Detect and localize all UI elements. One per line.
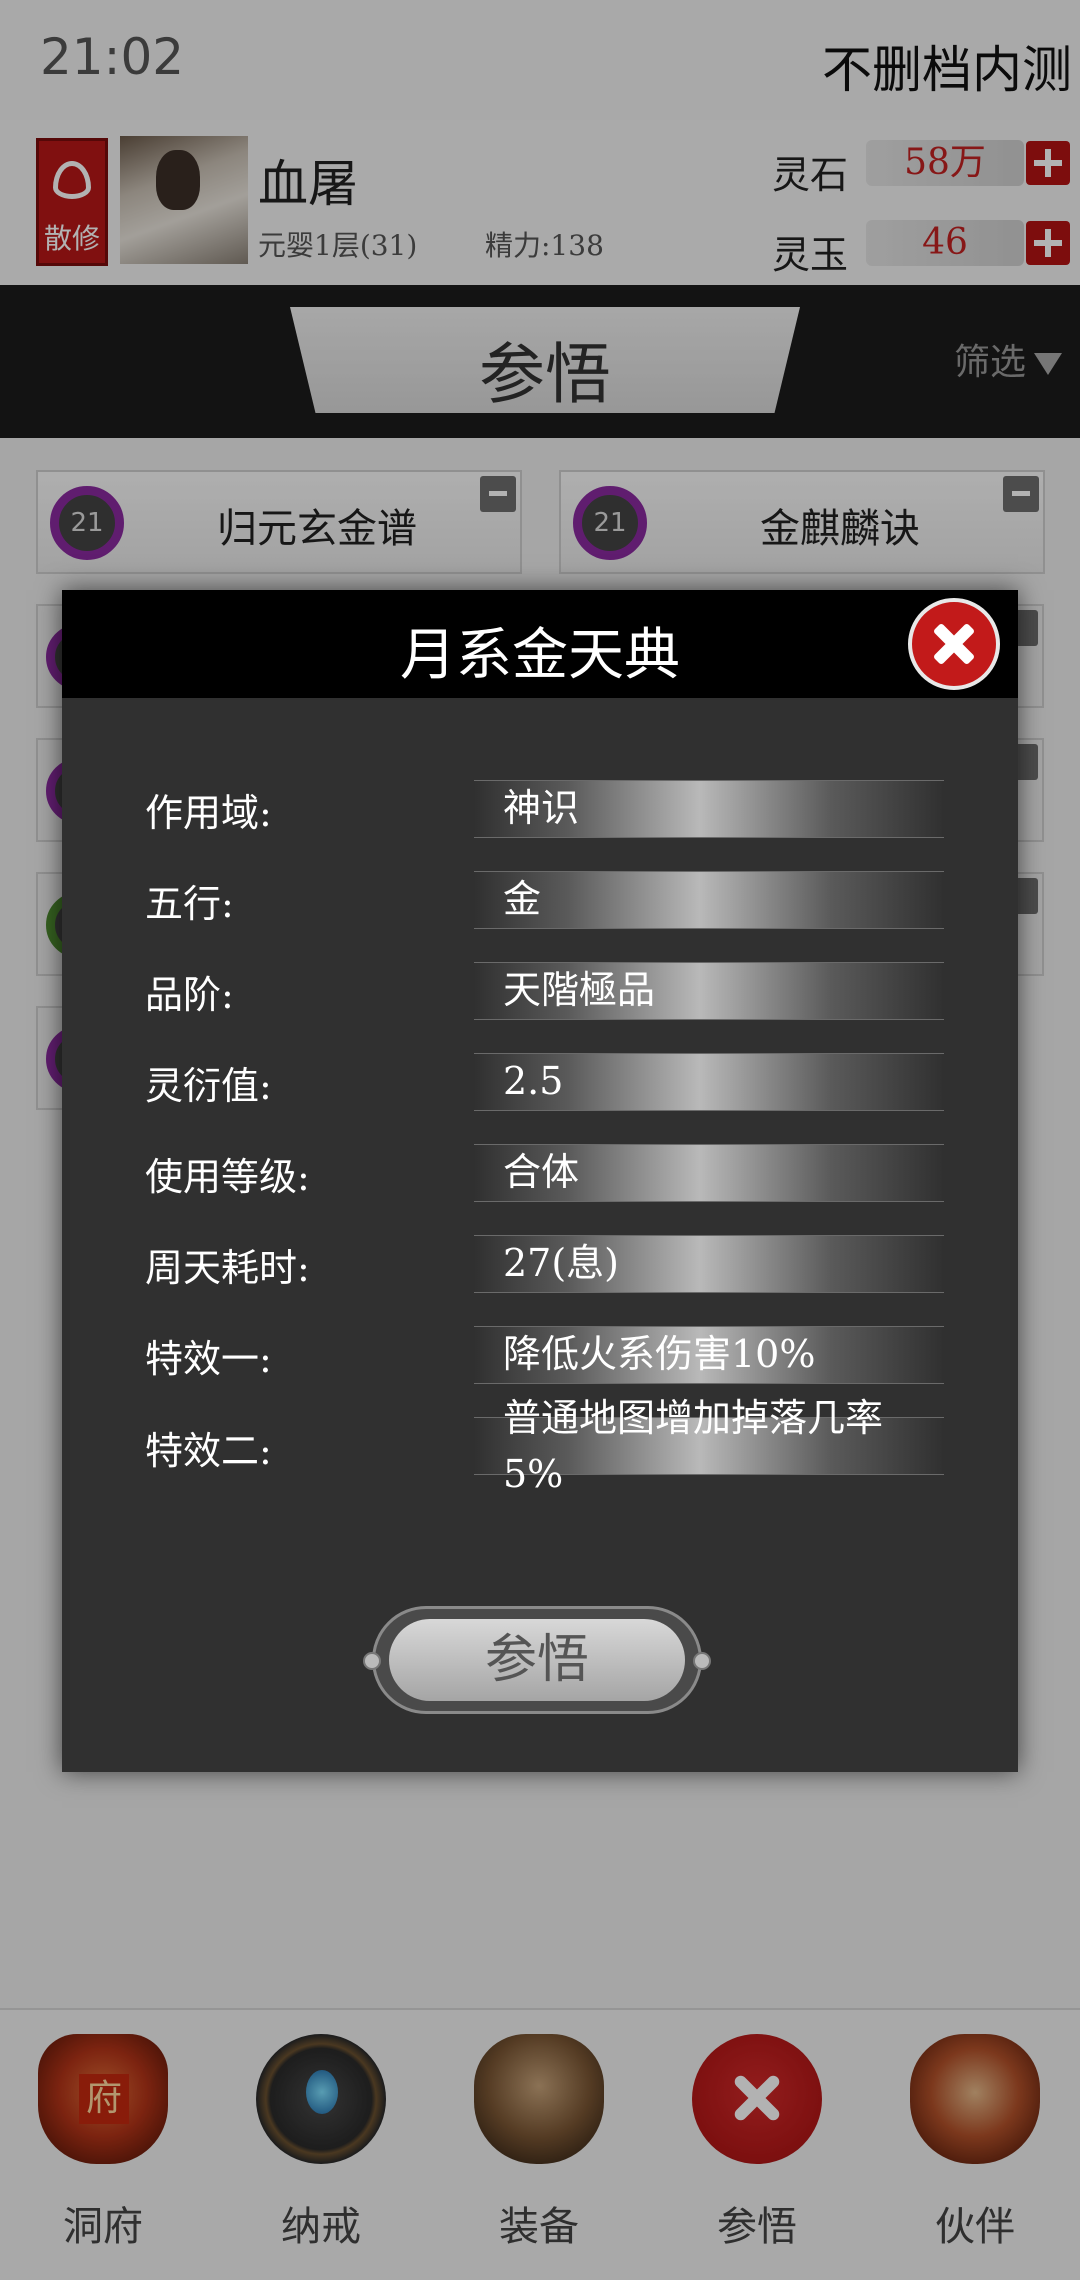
- button-knob: [693, 1652, 711, 1670]
- prop-label-spirit-value: 灵衍值:: [145, 1064, 272, 1108]
- prop-value-element: 金: [503, 877, 542, 921]
- button-knob: [363, 1652, 381, 1670]
- prop-value-cycle-time: 27(息): [503, 1241, 620, 1285]
- prop-value-scope: 神识: [503, 786, 580, 830]
- prop-value-required-level: 合体: [503, 1150, 580, 1194]
- comprehend-button[interactable]: 参悟: [363, 1606, 711, 1714]
- prop-label-scope: 作用域:: [145, 791, 272, 835]
- prop-label-cycle-time: 周天耗时:: [145, 1246, 310, 1290]
- prop-label-effect-two: 特效二:: [145, 1429, 272, 1473]
- skill-detail-modal: 月系金天典 作用域: 神识 五行: 金 品阶: 天階極品 灵衍值: 2.5 使用…: [62, 590, 1018, 1772]
- prop-label-effect-one: 特效一:: [145, 1337, 272, 1381]
- modal-header: 月系金天典: [62, 590, 1018, 698]
- prop-label-grade: 品阶:: [145, 973, 234, 1017]
- prop-value-grade: 天階極品: [503, 968, 656, 1012]
- prop-value-effect-two: 普通地图增加掉落几率5%: [503, 1396, 884, 1496]
- prop-label-element: 五行:: [145, 882, 234, 926]
- prop-label-required-level: 使用等级:: [145, 1155, 310, 1199]
- comprehend-button-label: 参悟: [389, 1619, 685, 1701]
- prop-value-spirit-value: 2.5: [503, 1059, 564, 1103]
- modal-title: 月系金天典: [400, 623, 680, 688]
- close-modal-button[interactable]: [908, 598, 1000, 690]
- prop-value-effect-one: 降低火系伤害10%: [503, 1332, 816, 1376]
